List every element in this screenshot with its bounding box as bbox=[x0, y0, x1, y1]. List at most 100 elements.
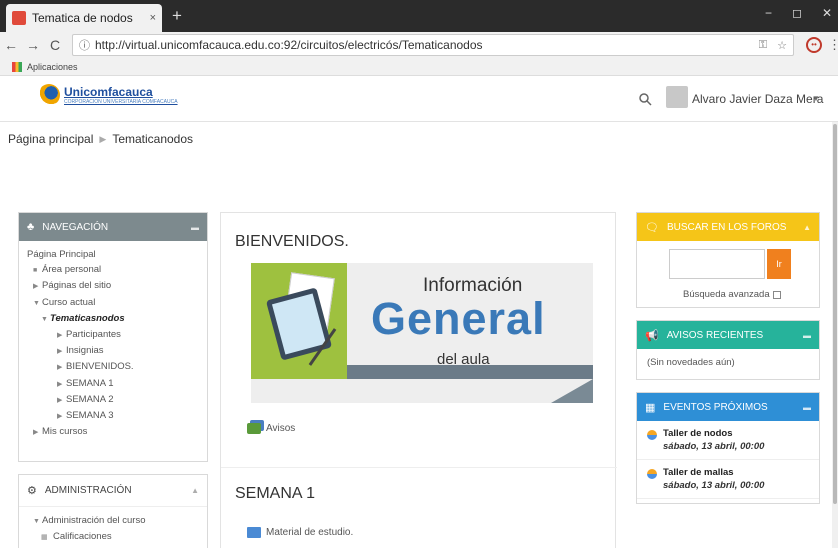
extension-icon[interactable]: •• bbox=[806, 37, 822, 53]
nav-welcome[interactable]: ▶ BIENVENIDOS. bbox=[27, 359, 199, 375]
search-icon[interactable] bbox=[638, 92, 652, 106]
navigation-title: NAVEGACIÓN bbox=[42, 221, 109, 233]
event-icon bbox=[647, 430, 657, 440]
nav-course[interactable]: ▼ Tematicasnodos bbox=[27, 311, 199, 327]
url-text[interactable]: http://virtual.unicomfacauca.edu.co:92/c… bbox=[95, 38, 749, 52]
forum-search-input[interactable] bbox=[669, 249, 765, 279]
maximize-icon[interactable]: ◻ bbox=[792, 6, 802, 20]
site-favicon-icon bbox=[12, 11, 26, 25]
nav-badges-label: Insignias bbox=[66, 345, 104, 357]
browser-menu-icon[interactable]: ⋮ bbox=[828, 37, 838, 53]
event-title[interactable]: Taller de nodos bbox=[663, 427, 764, 440]
search-forums-title: BUSCAR EN LOS FOROS bbox=[666, 221, 787, 233]
url-input[interactable]: ⓘ http://virtual.unicomfacauca.edu.co:92… bbox=[72, 34, 794, 56]
expand-arrow-icon: ▶ bbox=[33, 283, 39, 291]
event-title[interactable]: Taller de mallas bbox=[663, 466, 764, 479]
tab-close-icon[interactable]: × bbox=[150, 12, 156, 24]
page-scrollbar-thumb[interactable] bbox=[833, 124, 837, 504]
dock-block-icon[interactable]: ▲ bbox=[803, 223, 811, 232]
section-title-week-1: SEMANA 1 bbox=[235, 485, 316, 502]
tablet-screen bbox=[271, 293, 327, 355]
nav-week-2-label: SEMANA 2 bbox=[66, 393, 114, 405]
minimize-icon[interactable]: − bbox=[765, 6, 772, 20]
bullet-icon: ■ bbox=[33, 267, 38, 275]
event-date: sábado, 13 abril, 00:00 bbox=[663, 480, 765, 491]
admin-course[interactable]: ▼ Administración del curso bbox=[27, 513, 199, 529]
expand-arrow-icon: ▶ bbox=[57, 364, 63, 372]
news-header: 📢 AVISOS RECIENTES ▬ bbox=[637, 321, 819, 349]
nav-personal-label: Área personal bbox=[42, 264, 102, 276]
breadcrumb-current[interactable]: Tematicanodos bbox=[112, 132, 193, 146]
help-icon[interactable] bbox=[772, 290, 781, 299]
nav-my-courses[interactable]: ▶ Mis cursos bbox=[27, 424, 199, 440]
nav-badges[interactable]: ▶ Insignias bbox=[27, 343, 199, 359]
close-window-icon[interactable]: ✕ bbox=[822, 6, 832, 20]
nav-current-course[interactable]: ▼ Curso actual bbox=[27, 295, 199, 311]
expand-arrow-icon: ▶ bbox=[57, 413, 63, 421]
admin-grades[interactable]: ▦ Calificaciones bbox=[27, 529, 199, 545]
breadcrumb-home[interactable]: Página principal bbox=[8, 132, 93, 146]
expand-arrow-icon: ▶ bbox=[57, 348, 63, 356]
nav-week-2[interactable]: ▶ SEMANA 2 bbox=[27, 392, 199, 408]
window-controls: − ◻ ✕ bbox=[765, 6, 832, 20]
collapse-block-icon[interactable]: ▲ bbox=[191, 486, 199, 495]
new-tab-button[interactable]: + bbox=[172, 6, 182, 26]
nav-participants[interactable]: ▶ Participantes bbox=[27, 327, 199, 343]
course-content: BIENVENIDOS. Información General del aul… bbox=[220, 212, 617, 548]
site-info-icon[interactable]: ⓘ bbox=[79, 37, 90, 53]
advanced-search-link[interactable]: Búsqueda avanzada bbox=[683, 289, 781, 300]
reload-icon[interactable]: C bbox=[44, 37, 66, 53]
nav-personal[interactable]: ■ Área personal bbox=[27, 262, 199, 278]
key-icon[interactable]: ⚿ bbox=[759, 39, 767, 52]
events-title: EVENTOS PRÓXIMOS bbox=[663, 401, 768, 413]
breadcrumb-separator-icon: ▶ bbox=[99, 133, 107, 144]
browser-tabstrip: Tematica de nodos × + − ◻ ✕ bbox=[0, 0, 838, 32]
news-title: AVISOS RECIENTES bbox=[666, 329, 764, 341]
section-title-welcome: BIENVENIDOS. bbox=[235, 233, 349, 250]
nav-home[interactable]: Página Principal bbox=[27, 247, 199, 262]
logo-subtitle: CORPORACION UNIVERSITARIA COMFACAUCA bbox=[64, 99, 178, 105]
dock-block-icon[interactable]: ▬ bbox=[803, 403, 811, 412]
nav-week-1[interactable]: ▶ SEMANA 1 bbox=[27, 376, 199, 392]
dock-block-icon[interactable]: ▬ bbox=[191, 223, 199, 232]
bookmark-star-icon[interactable]: ☆ bbox=[777, 39, 787, 52]
event-icon bbox=[647, 469, 657, 479]
nav-site-pages[interactable]: ▶ Páginas del sitio bbox=[27, 278, 199, 294]
nav-participants-label: Participantes bbox=[66, 329, 121, 341]
folder-activity-link[interactable]: Material de estudio. bbox=[247, 527, 353, 538]
bookmarks-bar: Aplicaciones bbox=[0, 58, 838, 76]
bookmark-apps[interactable]: Aplicaciones bbox=[27, 62, 78, 72]
banner-line-2: General bbox=[371, 293, 546, 344]
forum-search-button[interactable]: Ir bbox=[767, 249, 791, 279]
forward-arrow-icon[interactable]: → bbox=[22, 37, 44, 53]
avatar[interactable] bbox=[666, 86, 688, 108]
browser-tab[interactable]: Tematica de nodos × bbox=[6, 4, 162, 32]
folder-icon bbox=[247, 527, 261, 538]
forum-icon bbox=[247, 423, 261, 434]
site-header: Unicomfacauca CORPORACION UNIVERSITARIA … bbox=[0, 76, 838, 122]
nav-welcome-label: BIENVENIDOS. bbox=[66, 361, 134, 373]
events-block: ▦ EVENTOS PRÓXIMOS ▬ Taller de nodos sáb… bbox=[636, 392, 820, 504]
speech-bubbles-icon: 🗨 bbox=[645, 221, 659, 234]
nav-site-pages-label: Páginas del sitio bbox=[42, 280, 112, 292]
event-date: sábado, 13 abril, 00:00 bbox=[663, 441, 765, 452]
dock-block-icon[interactable]: ▬ bbox=[803, 331, 811, 340]
calendar-icon: ▦ bbox=[645, 401, 656, 414]
chevron-down-icon[interactable]: ▼ bbox=[812, 94, 820, 103]
event-item[interactable]: Taller de nodos sábado, 13 abril, 00:00 bbox=[637, 421, 819, 460]
user-menu-name[interactable]: Alvaro Javier Daza Mera bbox=[692, 92, 823, 106]
nav-week-3[interactable]: ▶ SEMANA 3 bbox=[27, 408, 199, 424]
nav-my-courses-label: Mis cursos bbox=[42, 426, 88, 438]
banner-ribbon bbox=[347, 365, 593, 379]
events-header: ▦ EVENTOS PRÓXIMOS ▬ bbox=[637, 393, 819, 421]
administration-block: ⚙ ADMINISTRACIÓN ▲ ▼ Administración del c… bbox=[18, 474, 208, 548]
navigation-tree: Página Principal ■ Área personal ▶ Páginas… bbox=[19, 241, 207, 446]
site-logo[interactable]: Unicomfacauca CORPORACION UNIVERSITARIA … bbox=[38, 84, 178, 106]
expand-arrow-icon: ▶ bbox=[57, 396, 63, 404]
banner-illustration bbox=[251, 263, 347, 379]
back-arrow-icon[interactable]: ← bbox=[0, 37, 22, 53]
event-item[interactable]: Taller de mallas sábado, 13 abril, 00:00 bbox=[637, 460, 819, 499]
advanced-search-label: Búsqueda avanzada bbox=[683, 289, 770, 300]
collapse-arrow-icon: ▼ bbox=[41, 315, 48, 323]
forum-activity-link[interactable]: Avisos bbox=[247, 423, 295, 434]
